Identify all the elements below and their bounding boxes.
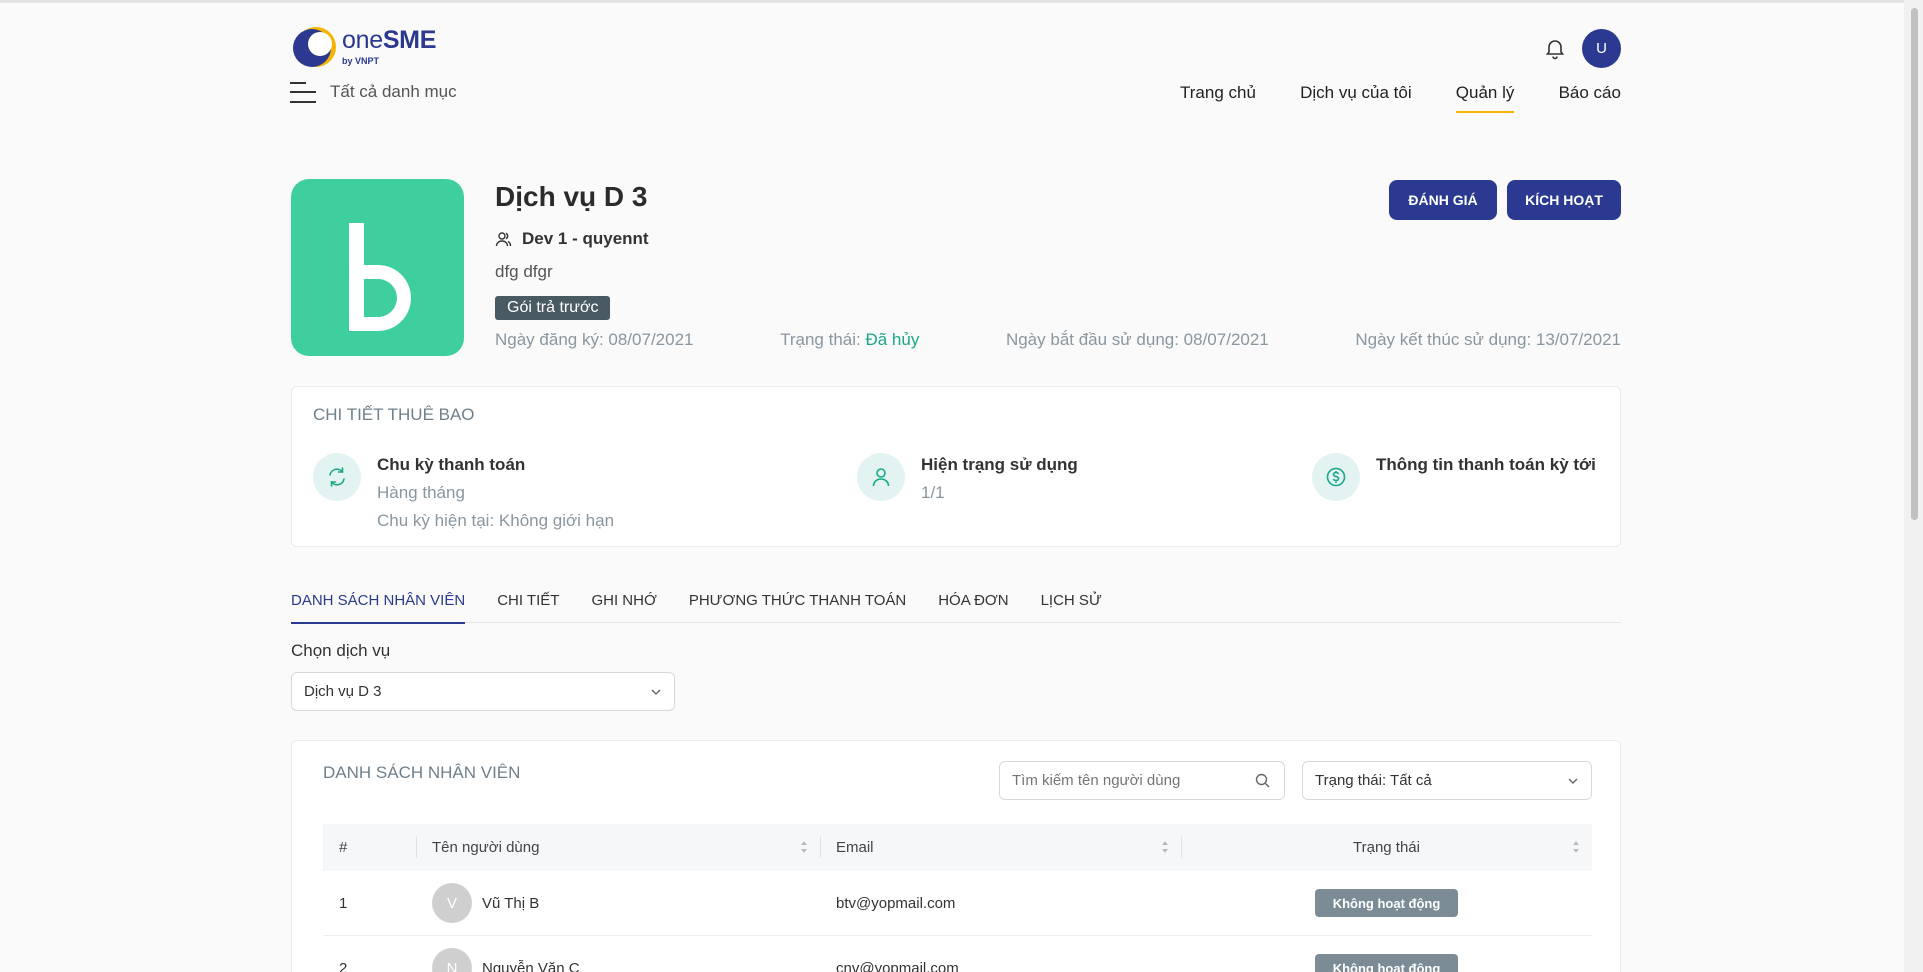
employee-table: # Tên người dùng Email Trạng thái 1 V Vũ xyxy=(323,824,1592,972)
column-email[interactable]: Email xyxy=(820,824,1181,871)
status-badge: Không hoạt động xyxy=(1314,954,1459,972)
next-payment-info: Thông tin thanh toán kỳ tới xyxy=(1312,453,1596,501)
logo-mark-icon xyxy=(292,24,338,70)
service-title: Dịch vụ D 3 xyxy=(495,181,648,212)
notification-bell-icon[interactable] xyxy=(1543,36,1567,60)
service-status-value: Đã hủy xyxy=(865,330,920,349)
service-description: dfg dfgr xyxy=(495,262,553,281)
register-date: Ngày đăng ký: 08/07/2021 xyxy=(495,330,694,349)
search-user-input[interactable] xyxy=(999,761,1285,800)
chevron-down-icon xyxy=(651,689,661,695)
column-index: # xyxy=(323,824,416,871)
choose-service-label: Chọn dịch vụ xyxy=(291,641,391,660)
status-badge: Không hoạt động xyxy=(1314,889,1459,917)
row-status: Không hoạt động xyxy=(1181,871,1592,935)
nav-home[interactable]: Trang chủ xyxy=(1180,83,1256,111)
billing-cycle-label: Chu kỳ thanh toán xyxy=(377,455,526,474)
subscription-detail-title: CHI TIẾT THUÊ BAO xyxy=(313,405,475,424)
top-border xyxy=(0,0,1923,3)
row-status: Không hoạt động xyxy=(1181,936,1592,972)
service-select[interactable]: Dịch vụ D 3 xyxy=(291,672,675,711)
tab-invoices[interactable]: HÓA ĐƠN xyxy=(938,590,1008,623)
rate-button[interactable]: ĐÁNH GIÁ xyxy=(1389,180,1497,220)
nav-my-services[interactable]: Dịch vụ của tôi xyxy=(1300,83,1412,111)
chevron-down-icon xyxy=(1568,778,1578,784)
row-email: btv@yopmail.com xyxy=(836,894,956,912)
detail-tabs: DANH SÁCH NHÂN VIÊN CHI TIẾT GHI NHỚ PHƯ… xyxy=(291,590,1621,624)
service-developer: Dev 1 - quyennt xyxy=(495,229,649,249)
employee-list-title: DANH SÁCH NHÂN VIÊN xyxy=(323,763,521,782)
all-categories-label: Tất cả danh mục xyxy=(330,82,457,101)
end-date: Ngày kết thúc sử dụng: 13/07/2021 xyxy=(1355,330,1621,349)
service-package-tag: Gói trả trước xyxy=(495,296,611,320)
tab-employee-list[interactable]: DANH SÁCH NHÂN VIÊN xyxy=(291,590,466,624)
username: Nguyễn Văn C xyxy=(482,959,580,972)
user-avatar[interactable]: U xyxy=(1582,29,1621,68)
row-index: 2 xyxy=(339,959,348,972)
sort-icon[interactable] xyxy=(1572,840,1580,854)
column-index-label: # xyxy=(339,839,348,856)
usage-status-value: 1/1 xyxy=(921,483,945,502)
status-filter-value: Trạng thái: Tất cả xyxy=(1315,772,1432,789)
row-email: cnv@yopmail.com xyxy=(836,959,959,972)
employee-list-card: DANH SÁCH NHÂN VIÊN Trạng thái: Tất cả #… xyxy=(291,740,1621,972)
search-icon[interactable] xyxy=(1255,773,1270,788)
service-developer-name: Dev 1 - quyennt xyxy=(522,229,649,248)
usage-status-label: Hiện trạng sử dụng xyxy=(921,455,1078,474)
nav-management[interactable]: Quản lý xyxy=(1455,83,1514,113)
service-status-label: Trạng thái: xyxy=(780,330,861,349)
service-meta: Ngày đăng ký: 08/07/2021 Trạng thái: Đã … xyxy=(495,330,1621,350)
row-index: 1 xyxy=(339,894,348,912)
billing-cycle-current: Chu kỳ hiện tại: Không giới hạn xyxy=(377,511,615,530)
usage-status: Hiện trạng sử dụng 1/1 xyxy=(857,453,1078,503)
billing-cycle: Chu kỳ thanh toán Hàng tháng Chu kỳ hiện… xyxy=(313,453,614,531)
hamburger-icon xyxy=(290,80,316,104)
column-username-label: Tên người dùng xyxy=(432,839,540,856)
dollar-icon xyxy=(1312,453,1360,501)
logo-by-vnpt: by VNPT xyxy=(342,56,380,66)
onesme-logo[interactable]: oneSME by VNPT xyxy=(292,24,436,70)
service-select-value: Dịch vụ D 3 xyxy=(304,683,382,700)
column-status-label: Trạng thái xyxy=(1353,839,1420,856)
all-categories-menu[interactable]: Tất cả danh mục xyxy=(290,80,457,104)
tab-notes[interactable]: GHI NHỚ xyxy=(591,590,656,623)
refresh-icon xyxy=(313,453,361,501)
activate-button[interactable]: KÍCH HOẠT xyxy=(1507,180,1621,220)
logo-brand: oneSME xyxy=(342,26,437,54)
billing-cycle-value: Hàng tháng xyxy=(377,483,465,502)
column-username[interactable]: Tên người dùng xyxy=(416,824,820,871)
column-email-label: Email xyxy=(836,839,874,856)
table-row[interactable]: 1 V Vũ Thị B btv@yopmail.com Không hoạt … xyxy=(323,871,1592,936)
tab-history[interactable]: LỊCH SỬ xyxy=(1041,590,1102,623)
next-payment-label: Thông tin thanh toán kỳ tới xyxy=(1376,455,1596,474)
tab-payment-method[interactable]: PHƯƠNG THỨC THANH TOÁN xyxy=(689,590,906,623)
sort-icon[interactable] xyxy=(1161,840,1169,854)
username: Vũ Thị B xyxy=(482,894,540,912)
avatar: N xyxy=(432,948,472,972)
service-logo xyxy=(291,179,464,356)
top-navigation: Trang chủ Dịch vụ của tôi Quản lý Báo cá… xyxy=(1180,83,1621,113)
tab-details[interactable]: CHI TIẾT xyxy=(497,590,559,623)
nav-reports[interactable]: Báo cáo xyxy=(1559,83,1621,111)
subscription-detail-card: CHI TIẾT THUÊ BAO Chu kỳ thanh toán Hàng… xyxy=(291,386,1621,547)
column-status[interactable]: Trạng thái xyxy=(1181,824,1592,871)
service-status: Trạng thái: Đã hủy xyxy=(780,330,919,350)
sort-icon[interactable] xyxy=(800,840,808,854)
row-username: V Vũ Thị B xyxy=(416,871,820,935)
users-icon xyxy=(495,231,512,246)
table-row[interactable]: 2 N Nguyễn Văn C cnv@yopmail.com Không h… xyxy=(323,936,1592,972)
start-date: Ngày bắt đầu sử dụng: 08/07/2021 xyxy=(1005,330,1269,349)
table-header: # Tên người dùng Email Trạng thái xyxy=(323,824,1592,871)
row-username: N Nguyễn Văn C xyxy=(416,936,820,972)
user-icon xyxy=(857,453,905,501)
avatar: V xyxy=(432,883,472,923)
status-filter-select[interactable]: Trạng thái: Tất cả xyxy=(1302,761,1592,800)
page-scrollbar-thumb[interactable] xyxy=(1911,8,1918,520)
